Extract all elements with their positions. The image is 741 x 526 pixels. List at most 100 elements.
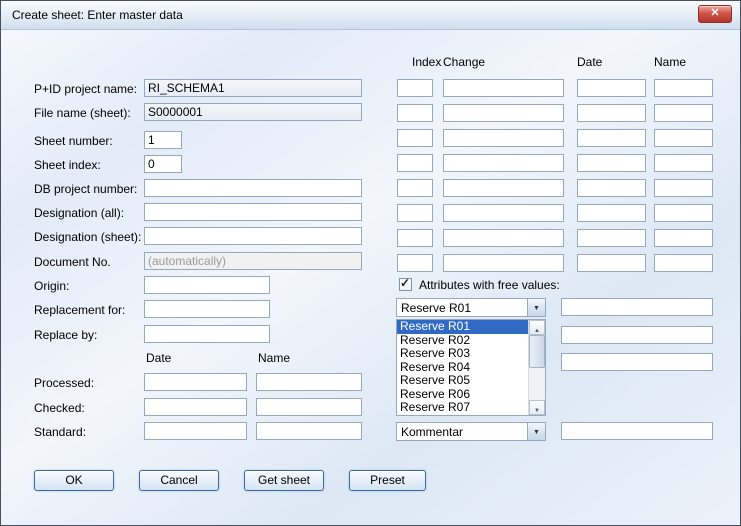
revision-change-input[interactable] xyxy=(443,254,564,272)
revision-index-input[interactable] xyxy=(397,104,433,122)
processed-date-input[interactable] xyxy=(144,373,247,391)
sheet-index-input[interactable] xyxy=(144,155,182,173)
db-project-number-label: DB project number: xyxy=(34,182,137,196)
revision-index-input[interactable] xyxy=(397,79,433,97)
get-sheet-button[interactable]: Get sheet xyxy=(244,470,324,491)
revision-date-input[interactable] xyxy=(577,104,646,122)
check-icon: ✓ xyxy=(400,276,410,290)
revision-date-input[interactable] xyxy=(577,129,646,147)
close-icon: ✕ xyxy=(710,7,719,19)
revision-date-input[interactable] xyxy=(577,229,646,247)
scrollbar-thumb[interactable] xyxy=(529,335,545,368)
revision-name-input[interactable] xyxy=(654,129,713,147)
revision-index-input[interactable] xyxy=(397,229,433,247)
revision-row xyxy=(397,79,713,97)
revision-change-input[interactable] xyxy=(443,204,564,222)
revision-index-input[interactable] xyxy=(397,254,433,272)
left-name-header: Name xyxy=(258,351,290,365)
revision-row xyxy=(397,204,713,222)
list-item-reserve-r01[interactable]: Reserve R01 xyxy=(397,320,529,334)
standard-date-input[interactable] xyxy=(144,422,247,440)
list-item-reserve-r05[interactable]: Reserve R05 xyxy=(397,374,529,388)
list-item-reserve-r06[interactable]: Reserve R06 xyxy=(397,388,529,402)
comment-combo[interactable]: Kommentar ▼ xyxy=(396,422,546,441)
revision-date-input[interactable] xyxy=(577,254,646,272)
free-value-input-1[interactable] xyxy=(561,298,713,316)
list-scrollbar[interactable]: ▲ ▼ xyxy=(528,320,545,415)
revision-row xyxy=(397,154,713,172)
file-name-label: File name (sheet): xyxy=(34,106,131,120)
sheet-number-label: Sheet number: xyxy=(34,134,113,148)
designation-all-label: Designation (all): xyxy=(34,206,124,220)
chevron-down-icon: ▼ xyxy=(533,429,540,436)
free-values-combo[interactable]: Reserve R01 ▼ xyxy=(396,298,546,317)
scroll-down-button[interactable]: ▼ xyxy=(529,400,545,415)
combo-dropdown-button[interactable]: ▼ xyxy=(527,299,545,316)
file-name-input[interactable] xyxy=(144,103,362,121)
change-header: Change xyxy=(443,55,485,69)
scroll-up-icon: ▲ xyxy=(534,328,540,334)
sheet-index-label: Sheet index: xyxy=(34,158,101,172)
revision-name-input[interactable] xyxy=(654,254,713,272)
origin-input[interactable] xyxy=(144,276,270,294)
name-header: Name xyxy=(654,55,686,69)
revision-date-input[interactable] xyxy=(577,154,646,172)
revision-row xyxy=(397,129,713,147)
title-bar[interactable]: Create sheet: Enter master data ✕ xyxy=(1,1,740,30)
pid-project-name-label: P+ID project name: xyxy=(34,82,137,96)
free-value-input-3[interactable] xyxy=(561,353,713,371)
ok-button[interactable]: OK xyxy=(34,470,114,491)
replacement-for-label: Replacement for: xyxy=(34,303,125,317)
comment-value-input[interactable] xyxy=(561,422,713,440)
designation-all-input[interactable] xyxy=(144,203,362,221)
revision-index-input[interactable] xyxy=(397,204,433,222)
attributes-checkbox[interactable]: ✓ xyxy=(399,278,412,291)
list-item-reserve-r03[interactable]: Reserve R03 xyxy=(397,347,529,361)
standard-name-input[interactable] xyxy=(256,422,362,440)
checked-date-input[interactable] xyxy=(144,398,247,416)
revision-name-input[interactable] xyxy=(654,204,713,222)
revision-name-input[interactable] xyxy=(654,154,713,172)
replace-by-input[interactable] xyxy=(144,325,270,343)
revision-index-input[interactable] xyxy=(397,179,433,197)
list-items: Reserve R01 Reserve R02 Reserve R03 Rese… xyxy=(397,320,529,415)
revision-name-input[interactable] xyxy=(654,79,713,97)
list-item-reserve-r04[interactable]: Reserve R04 xyxy=(397,361,529,375)
preset-button[interactable]: Preset xyxy=(349,470,426,491)
processed-name-input[interactable] xyxy=(256,373,362,391)
scroll-up-button[interactable]: ▲ xyxy=(529,320,545,335)
free-values-combo-value: Reserve R01 xyxy=(401,301,526,315)
pid-project-name-input[interactable] xyxy=(144,79,362,97)
revision-index-input[interactable] xyxy=(397,129,433,147)
revision-change-input[interactable] xyxy=(443,79,564,97)
checked-name-input[interactable] xyxy=(256,398,362,416)
revision-date-input[interactable] xyxy=(577,179,646,197)
close-button[interactable]: ✕ xyxy=(698,5,732,23)
revision-change-input[interactable] xyxy=(443,179,564,197)
revision-change-input[interactable] xyxy=(443,154,564,172)
revision-date-input[interactable] xyxy=(577,79,646,97)
designation-sheet-input[interactable] xyxy=(144,227,362,245)
combo-dropdown-button[interactable]: ▼ xyxy=(527,423,545,440)
db-project-number-input[interactable] xyxy=(144,179,362,197)
revision-change-input[interactable] xyxy=(443,129,564,147)
index-header: Index xyxy=(412,55,441,69)
list-item-reserve-r07[interactable]: Reserve R07 xyxy=(397,401,529,415)
revision-name-input[interactable] xyxy=(654,179,713,197)
comment-combo-value: Kommentar xyxy=(401,425,526,439)
chevron-down-icon: ▼ xyxy=(533,305,540,312)
revision-name-input[interactable] xyxy=(654,229,713,247)
revision-row xyxy=(397,104,713,122)
revision-date-input[interactable] xyxy=(577,204,646,222)
replace-by-label: Replace by: xyxy=(34,328,97,342)
sheet-number-input[interactable] xyxy=(144,131,182,149)
cancel-button[interactable]: Cancel xyxy=(139,470,219,491)
revision-index-input[interactable] xyxy=(397,154,433,172)
revision-change-input[interactable] xyxy=(443,229,564,247)
replacement-for-input[interactable] xyxy=(144,300,270,318)
list-item-reserve-r02[interactable]: Reserve R02 xyxy=(397,334,529,348)
create-sheet-dialog: Create sheet: Enter master data ✕ P+ID p… xyxy=(0,0,741,526)
free-value-input-2[interactable] xyxy=(561,326,713,344)
revision-name-input[interactable] xyxy=(654,104,713,122)
revision-change-input[interactable] xyxy=(443,104,564,122)
